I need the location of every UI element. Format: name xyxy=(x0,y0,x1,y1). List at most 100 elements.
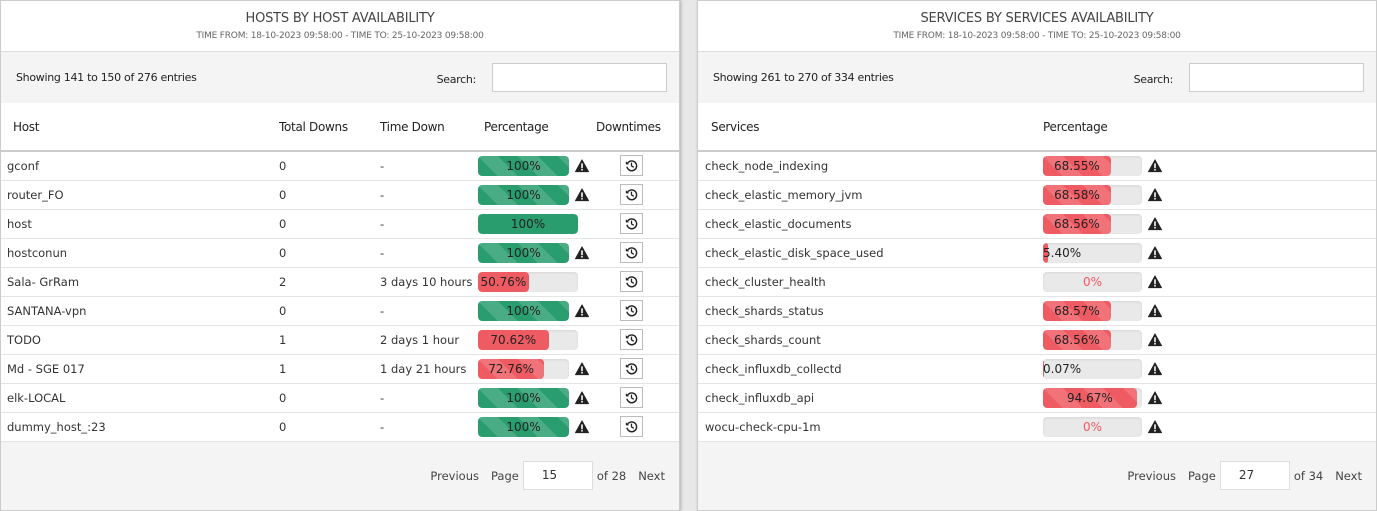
service-name: check_elastic_disk_space_used xyxy=(698,238,1043,268)
progress-label: 68.55% xyxy=(1054,158,1100,173)
table-row[interactable]: check_influxdb_api 94.67% xyxy=(698,383,1376,413)
history-icon[interactable] xyxy=(620,358,643,380)
column-header-services[interactable]: Services xyxy=(698,103,1043,153)
availability-progress-bar: 100% xyxy=(478,184,569,205)
warning-icon[interactable] xyxy=(575,361,589,376)
history-icon[interactable] xyxy=(620,271,643,293)
next-page-button[interactable]: Next xyxy=(1335,469,1362,483)
history-icon[interactable] xyxy=(620,155,643,177)
history-icon[interactable] xyxy=(620,213,643,235)
warning-icon[interactable] xyxy=(1148,303,1162,318)
table-row[interactable]: host 0- 100% xyxy=(1,209,679,239)
warning-icon[interactable] xyxy=(1148,390,1162,405)
percentage-cell: 100% xyxy=(478,296,596,326)
time-down: 1 day 21 hours xyxy=(380,354,478,384)
progress-label: 68.56% xyxy=(1054,332,1100,347)
column-header-time-down[interactable]: Time Down xyxy=(380,103,478,153)
availability-progress-bar: 94.67% xyxy=(1043,387,1142,408)
table-row[interactable]: TODO 1 2 days 1 hour 70.62% xyxy=(1,325,679,355)
warning-icon[interactable] xyxy=(575,187,589,202)
page-label: Page xyxy=(1187,468,1216,483)
warning-icon[interactable] xyxy=(1148,216,1162,231)
downtimes-cell xyxy=(596,267,679,297)
column-header-total-downs[interactable]: Total Downs xyxy=(279,103,380,153)
table-row[interactable]: check_shards_status 68.57% xyxy=(698,296,1376,326)
percentage-cell: 68.57% xyxy=(1043,296,1376,326)
service-name: check_elastic_memory_jvm xyxy=(698,180,1043,210)
search-input[interactable] xyxy=(492,63,667,93)
previous-page-button[interactable]: Previous xyxy=(430,469,479,483)
progress-label: 68.56% xyxy=(1054,216,1100,231)
percentage-cell: 0.07% xyxy=(1043,354,1376,384)
warning-icon[interactable] xyxy=(1148,419,1162,434)
host-name: Md - SGE 017 xyxy=(1,354,279,384)
time-range: TIME FROM: 18-10-2023 09:58:00 - TIME TO… xyxy=(893,31,1181,41)
warning-icon[interactable] xyxy=(1148,159,1162,173)
history-icon[interactable] xyxy=(620,387,643,409)
warning-icon[interactable] xyxy=(1148,332,1162,347)
history-icon[interactable] xyxy=(620,242,643,264)
time-down: - xyxy=(380,151,478,181)
availability-progress-bar: 0% xyxy=(1043,416,1142,437)
table-row[interactable]: check_shards_count 68.56% xyxy=(698,325,1376,355)
time-down: - xyxy=(380,209,478,239)
percentage-cell: 94.67% xyxy=(1043,383,1376,413)
table-row[interactable]: Sala- GrRam 2 3 days 10 hours 50.76% xyxy=(1,267,679,297)
panel-title: SERVICES BY SERVICES AVAILABILITY xyxy=(920,11,1154,26)
warning-icon[interactable] xyxy=(575,245,589,260)
next-page-button[interactable]: Next xyxy=(638,469,665,483)
table-row[interactable]: router_FO 0- 100% xyxy=(1,180,679,210)
downtimes-cell xyxy=(596,180,679,210)
host-name: TODO xyxy=(1,325,279,355)
page-total: of 28 xyxy=(596,468,627,483)
host-name: dummy_host_:23 xyxy=(1,412,279,442)
column-header-percentage[interactable]: Percentage xyxy=(1043,103,1376,153)
availability-progress-bar: 68.56% xyxy=(1043,213,1142,234)
previous-page-button[interactable]: Previous xyxy=(1127,469,1176,483)
table-row[interactable]: gconf 0- 100% xyxy=(1,151,679,181)
table-row[interactable]: wocu-check-cpu-1m 0% xyxy=(698,412,1376,442)
history-icon[interactable] xyxy=(620,329,643,351)
progress-label: 68.58% xyxy=(1054,187,1100,202)
percentage-cell: 72.76% xyxy=(478,354,596,384)
table-row[interactable]: elk-LOCAL 0- 100% xyxy=(1,383,679,413)
services-table: Services Percentage check_node_indexing 6… xyxy=(698,103,1376,442)
table-row[interactable]: check_elastic_documents 68.56% xyxy=(698,209,1376,239)
table-row[interactable]: check_elastic_memory_jvm 68.58% xyxy=(698,180,1376,210)
history-icon[interactable] xyxy=(620,184,643,206)
warning-icon[interactable] xyxy=(1148,187,1162,202)
warning-icon[interactable] xyxy=(1148,361,1162,376)
availability-progress-bar: 100% xyxy=(478,213,578,234)
table-row[interactable]: check_node_indexing 68.55% xyxy=(698,151,1376,181)
percentage-cell: 0% xyxy=(1043,267,1376,297)
page-number-input[interactable]: 15 xyxy=(522,461,593,491)
service-name: wocu-check-cpu-1m xyxy=(698,412,1043,442)
history-icon[interactable] xyxy=(620,300,643,322)
table-row[interactable]: check_cluster_health 0% xyxy=(698,267,1376,297)
progress-label: 100% xyxy=(506,390,541,405)
table-row[interactable]: dummy_host_:23 0- 100% xyxy=(1,412,679,442)
table-row[interactable]: hostconun 0- 100% xyxy=(1,238,679,268)
table-row[interactable]: check_elastic_disk_space_used 5.40% xyxy=(698,238,1376,268)
panel-title: HOSTS BY HOST AVAILABILITY xyxy=(245,11,435,26)
table-row[interactable]: check_influxdb_collectd 0.07% xyxy=(698,354,1376,384)
warning-icon[interactable] xyxy=(1148,245,1162,260)
warning-icon[interactable] xyxy=(575,303,589,318)
total-downs: 2 xyxy=(279,267,380,297)
percentage-cell: 0% xyxy=(1043,412,1376,442)
hosts-availability-panel: HOSTS BY HOST AVAILABILITY TIME FROM: 18… xyxy=(0,0,680,511)
column-header-downtimes[interactable]: Downtimes xyxy=(596,103,679,153)
total-downs: 0 xyxy=(279,151,380,181)
table-row[interactable]: Md - SGE 017 1 1 day 21 hours 72.76% xyxy=(1,354,679,384)
column-header-host[interactable]: Host xyxy=(1,103,279,153)
page-number-input[interactable]: 27 xyxy=(1219,461,1290,491)
table-row[interactable]: SANTANA-vpn 0- 100% xyxy=(1,296,679,326)
warning-icon[interactable] xyxy=(575,159,589,173)
history-icon[interactable] xyxy=(620,416,643,438)
column-header-percentage[interactable]: Percentage xyxy=(478,103,596,153)
percentage-cell: 100% xyxy=(478,383,596,413)
warning-icon[interactable] xyxy=(575,419,589,434)
search-input[interactable] xyxy=(1189,63,1364,93)
warning-icon[interactable] xyxy=(575,390,589,405)
warning-icon[interactable] xyxy=(1148,274,1162,289)
